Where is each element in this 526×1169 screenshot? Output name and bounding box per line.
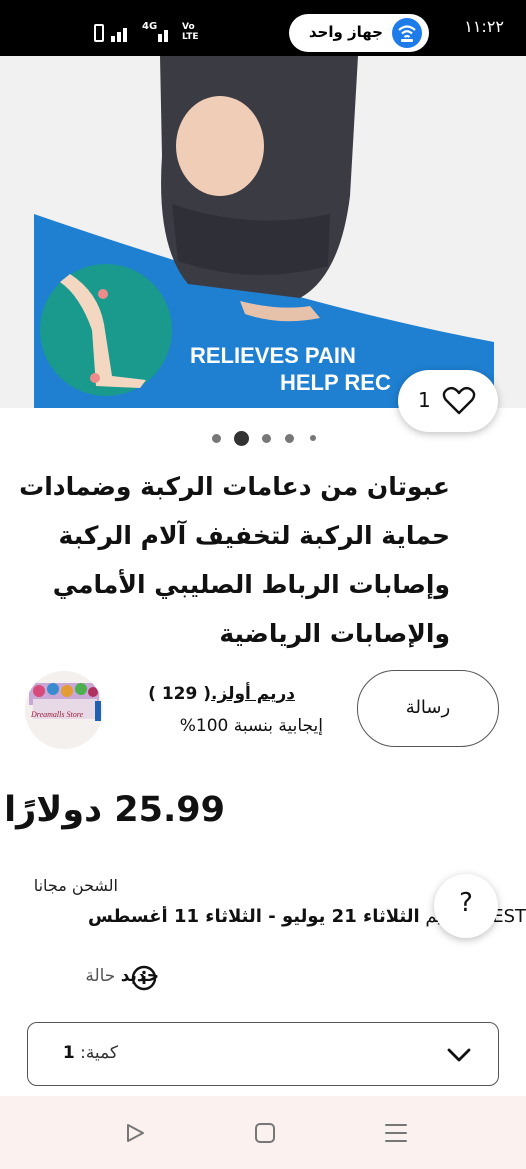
message-button[interactable]: رسالة [357,670,499,747]
feedback-count: ( 129 ) [148,684,212,704]
heart-icon [442,386,476,415]
status-bar: 4G Vo LTE جهاز واحد ١١:٢٢ [0,0,526,56]
home-icon[interactable] [254,1122,276,1144]
signal-icon [111,36,115,42]
price: 25.99 دولارًا [4,790,225,830]
info-icon[interactable] [131,965,157,991]
avatar-text: Dreamalls Store [30,710,84,719]
help-icon: ? [459,888,473,918]
clock: ١١:٢٢ [464,17,504,36]
seller-name[interactable]: دريم أولز. [211,684,295,704]
banner-line-1: RELIEVES PAIN [190,343,356,368]
like-count: 1 [418,388,431,412]
pager-dot[interactable] [310,435,316,441]
banner-line-2: HELP REC [280,370,391,395]
seller-info[interactable]: دريم أولز.( 129 ) [148,684,295,704]
image-pager[interactable] [0,428,526,448]
watch-button[interactable]: 1 [398,370,498,432]
menu-icon[interactable] [384,1122,408,1144]
quantity-label: كمية: [80,1043,118,1063]
volte-label: Vo LTE [182,22,199,42]
battery-icon [94,24,104,42]
device-pill[interactable]: جهاز واحد [289,14,429,52]
network-type: 4G [142,21,158,32]
back-icon[interactable] [124,1122,146,1144]
pager-dot-active[interactable] [234,431,249,446]
condition-label: حالة [85,966,116,986]
pager-dot[interactable] [285,434,294,443]
quantity-value: 1 [62,1043,75,1063]
device-label: جهاز واحد [308,23,383,41]
wifi-icon [392,18,422,48]
help-button[interactable]: ? [434,874,498,938]
chevron-down-icon [447,1048,471,1062]
system-nav-bar [0,1096,526,1169]
pager-dot[interactable] [262,434,271,443]
product-image[interactable]: RELIEVES PAIN HELP REC [0,56,526,408]
seller-avatar[interactable]: Dreamalls Store [25,671,103,749]
pager-dot[interactable] [212,434,221,443]
quantity-text: كمية: 1 [63,1043,118,1063]
shipping-free: الشحن مجانا [33,876,118,895]
seller-positive-feedback: إيجابية بنسبة 100% [179,716,323,736]
estimate-range: الثلاثاء 21 يوليو - الثلاثاء 11 أغسطس [87,906,420,927]
product-title: عبوتان من دعامات الركبة وضمادات حماية ال… [19,472,450,648]
message-label: رسالة [405,697,451,718]
quantity-select[interactable]: كمية: 1 [27,1022,499,1086]
